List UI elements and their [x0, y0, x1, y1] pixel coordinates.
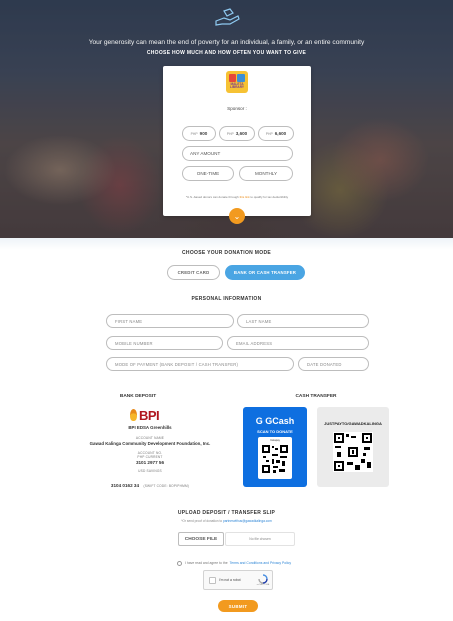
hero-subtitle: CHOOSE HOW MUCH AND HOW OFTEN YOU WANT T…	[146, 50, 307, 56]
terms-agreement: I have read and agree to the Terms and C…	[177, 559, 293, 567]
amount-option-900[interactable]: PHP 900	[182, 126, 216, 141]
amount-option-3600[interactable]: PHP 3,600	[219, 126, 255, 141]
gcash-card: G GCash SCAN TO DONATE Instapay	[243, 407, 307, 487]
account-type: PHP CURRENT	[137, 455, 163, 459]
hero-banner: Your generosity can mean the end of pove…	[0, 0, 453, 238]
amount-option-6600[interactable]: PHP 6,600	[258, 126, 294, 141]
personal-info-title: PERSONAL INFORMATION	[191, 296, 262, 302]
first-name-field[interactable]: FIRST NAME	[106, 314, 234, 328]
account-number: 3101 2977 56	[135, 460, 165, 465]
account-name-label: ACCOUNT NAME	[135, 436, 165, 440]
terms-checkbox[interactable]	[177, 560, 182, 566]
upload-subtitle: *Or send proof of donation to partnerwit…	[181, 519, 272, 523]
gcash-scan-label: SCAN TO DONATE	[257, 429, 293, 434]
maleta-library-logo: MALETA LIBRARY	[226, 71, 248, 93]
last-name-field[interactable]: LAST NAME	[237, 314, 369, 328]
upload-title: UPLOAD DEPOSIT / TRANSFER SLIP	[177, 510, 276, 516]
donation-card: MALETA LIBRARY Sponsor : PHP 900 PHP 3,600…	[163, 66, 311, 224]
justpayto-qr-code-icon	[333, 432, 373, 472]
justpayto-handle: JUSTPAYTO/GAWADKALINGA	[324, 421, 382, 426]
mobile-number-field[interactable]: MOBILE NUMBER	[106, 336, 223, 350]
gcash-logo: G GCash	[255, 416, 295, 426]
gcash-qr-code-icon	[262, 445, 288, 473]
payment-mode-field[interactable]: MODE OF PAYMENT (BANK DEPOSIT / CASH TRA…	[106, 357, 294, 371]
donation-mode-title: CHOOSE YOUR DONATION MODE	[182, 250, 271, 256]
recaptcha-widget: I'm not a robot reCAPTCHA	[203, 570, 273, 590]
cash-transfer-title: CASH TRANSFER	[295, 394, 337, 399]
bpi-flame-icon	[130, 409, 137, 421]
credit-card-button[interactable]: CREDIT CARD	[167, 265, 220, 280]
email-field[interactable]: EMAIL ADDRESS	[227, 336, 369, 350]
instapay-label: Instapay	[270, 439, 280, 442]
hero-fade	[0, 238, 453, 250]
monthly-button[interactable]: MONTHLY	[239, 166, 293, 181]
one-time-button[interactable]: ONE-TIME	[182, 166, 234, 181]
sponsor-label: Sponsor :	[227, 106, 247, 111]
swift-code: (SWIFT CODE: BOPIPHMM)	[143, 484, 190, 488]
justpayto-card: JUSTPAYTO/GAWADKALINGA	[317, 407, 389, 487]
bank-branch: BPI EDSA Greenhills	[128, 425, 172, 430]
giving-hands-icon	[215, 8, 240, 26]
file-name-display: No file chosen	[225, 532, 295, 546]
date-donated-field[interactable]: DATE DONATED	[298, 357, 369, 371]
terms-link[interactable]: Terms and Conditions and Privacy Policy	[230, 561, 291, 565]
gcash-qr-box: Instapay	[258, 437, 292, 479]
tax-note: *U.S.-based donors can donate through th…	[185, 195, 289, 199]
bank-transfer-button[interactable]: BANK OR CASH TRANSFER	[225, 265, 305, 280]
chevron-down-icon[interactable]: ⌄	[229, 208, 245, 224]
tax-link[interactable]: this link	[240, 195, 250, 199]
usd-account-number: 3104 0162 34	[110, 483, 140, 488]
usd-account-line: 3104 0162 34 (SWIFT CODE: BOPIPHMM)	[60, 474, 240, 492]
recaptcha-checkbox[interactable]	[209, 577, 216, 584]
hero-tagline: Your generosity can mean the end of pove…	[88, 39, 365, 46]
choose-file-button[interactable]: CHOOSE FILE	[178, 532, 224, 546]
account-name: Gawad Kalinga Community Development Foun…	[89, 441, 211, 446]
recaptcha-label: I'm not a robot	[219, 578, 241, 582]
bank-deposit-title: BANK DEPOSIT	[119, 394, 157, 399]
recaptcha-icon	[258, 574, 268, 584]
proof-email-link[interactable]: partnerwithus@gawadkalinga.com	[223, 519, 272, 523]
submit-button[interactable]: SUBMIT	[218, 600, 258, 612]
bpi-logo: BPI	[130, 407, 170, 423]
usd-savings-label: USD SAVINGS	[138, 469, 162, 473]
recaptcha-brand: reCAPTCHA	[256, 584, 270, 586]
any-amount-input[interactable]: ANY AMOUNT	[182, 146, 293, 161]
